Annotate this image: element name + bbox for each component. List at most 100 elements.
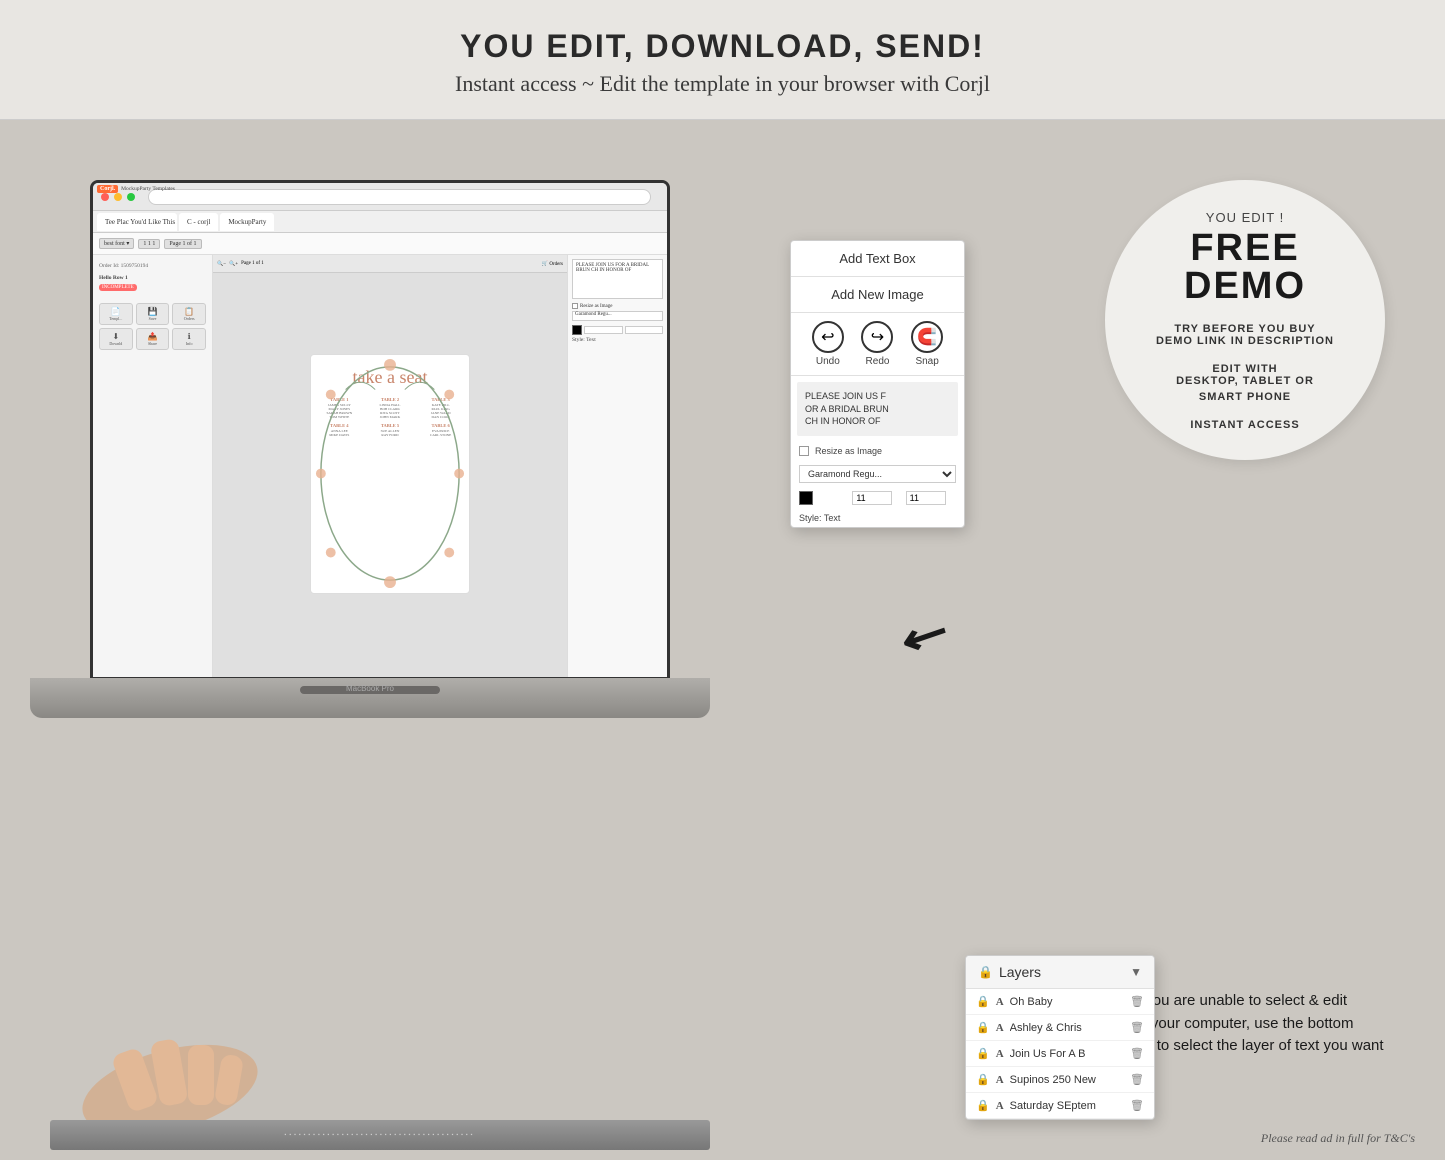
layer-item[interactable]: 🔒 A Ashley & Chris 🗑 (966, 1015, 1154, 1041)
fp-input-section (791, 487, 964, 509)
screen-toolbar: Corjl. MockupParty Templates best font ▾… (93, 233, 667, 255)
layers-chevron-icon[interactable]: ▼ (1130, 965, 1142, 980)
zoom-out-icon[interactable]: 🔍− (217, 261, 226, 267)
corjl-brand: Corjl. MockupParty Templates (93, 183, 179, 195)
toolbar-btn-page[interactable]: Page 1 of 1 (164, 239, 201, 249)
fp-style-section: Style: Text (791, 509, 964, 527)
browser-address-bar[interactable] (148, 189, 651, 205)
fp-text-preview: PLEASE JOIN US FOR A BRIDAL BRUNCH IN HO… (797, 382, 958, 436)
fp-checkbox-row: Resize as Image (791, 442, 964, 460)
order-id: Order Id: 1509750194 (99, 263, 206, 269)
fp-undo-item: ↩ Undo (812, 321, 844, 367)
panel-font-section: Garamond Regu... (572, 311, 663, 321)
laptop-base: MacBook Pro (30, 678, 710, 718)
sidebar-icon-share[interactable]: 📤 Share (136, 328, 170, 350)
screen-body: Order Id: 1509750194 Hello Row 1 INCOMPL… (93, 255, 667, 680)
layer-name: Oh Baby (1010, 996, 1124, 1008)
hello-row: Hello Row 1 (99, 275, 206, 281)
layer-type: A (996, 1074, 1004, 1086)
sidebar-icon-template[interactable]: 📄 Templ... (99, 303, 133, 325)
canvas-page-indicator: Page 1 of 1 (241, 261, 264, 266)
demo-devices: DESKTOP, TABLET OR (1176, 375, 1314, 387)
panel-size-input[interactable] (584, 326, 623, 334)
free-demo-circle: YOU EDIT ! FREE DEMO TRY BEFORE YOU BUY … (1105, 180, 1385, 460)
panel-font-dropdown[interactable]: Garamond Regu... (572, 311, 663, 321)
seating-card-title: take a seat (353, 367, 428, 389)
laptop-screen: Tee Plac You'd Like This Brac... C - cor… (90, 180, 670, 680)
snap-icon[interactable]: 🧲 (911, 321, 943, 353)
add-text-box-button[interactable]: Add Text Box (791, 241, 964, 277)
toolbar-btn-2[interactable]: 1 1 1 (138, 239, 160, 249)
layer-lock-icon: 🔒 (976, 1021, 990, 1034)
fp-font-dropdown[interactable]: Garamond Regu... (799, 465, 956, 483)
screen-canvas[interactable]: 🔍− 🔍+ Page 1 of 1 🛒 Orders (213, 255, 567, 680)
layer-lock-icon: 🔒 (976, 1047, 990, 1060)
laptop-mockup: Tee Plac You'd Like This Brac... C - cor… (30, 180, 710, 880)
panel-checkbox-row: Resize as Image (572, 303, 663, 309)
fp-resize-label: Resize as Image (815, 446, 882, 456)
layer-item[interactable]: 🔒 A Join Us For A B 🗑 (966, 1041, 1154, 1067)
sidebar-icon-download[interactable]: ⬇ Downld (99, 328, 133, 350)
keyboard-row: ▪▪▪▪▪▪▪▪▪▪▪▪▪▪▪▪▪▪▪▪▪▪▪▪▪▪▪▪▪▪▪▪▪▪▪▪▪▪▪▪ (285, 1133, 476, 1138)
screen-sidebar: Order Id: 1509750194 Hello Row 1 INCOMPL… (93, 255, 213, 680)
table-col-2: TABLE 2 LINDA HALL BOB CLARK RITA SCOTT … (366, 397, 415, 437)
keyboard-area: ▪▪▪▪▪▪▪▪▪▪▪▪▪▪▪▪▪▪▪▪▪▪▪▪▪▪▪▪▪▪▪▪▪▪▪▪▪▪▪▪ (50, 1120, 710, 1150)
fp-size-input[interactable] (852, 491, 892, 505)
sidebar-icon-info[interactable]: ℹ Info (172, 328, 206, 350)
screen-right-panel: PLEASE JOIN US FOR A BRIDAL BRUN CH IN H… (567, 255, 667, 680)
layer-item[interactable]: 🔒 A Supinos 250 New 🗑 (966, 1067, 1154, 1093)
layer-name: Ashley & Chris (1010, 1022, 1124, 1034)
layer-trash-icon[interactable]: 🗑 (1130, 995, 1144, 1008)
layer-type: A (996, 1022, 1004, 1034)
main-area: Tee Plac You'd Like This Brac... C - cor… (0, 120, 1445, 1160)
panel-text-section: PLEASE JOIN US FOR A BRIDAL BRUN CH IN H… (572, 259, 663, 299)
fp-dropdown-row: Garamond Regu... (791, 460, 964, 487)
panel-color-swatch[interactable] (572, 325, 582, 335)
fp-color-swatch[interactable] (799, 491, 813, 505)
footer-note: Please read ad in full for T&C's (1261, 1131, 1415, 1146)
layer-type: A (996, 1048, 1004, 1060)
layer-trash-icon[interactable]: 🗑 (1130, 1099, 1144, 1112)
sidebar-icon-save[interactable]: 💾 Save (136, 303, 170, 325)
fp-line-input[interactable] (906, 491, 946, 505)
status-badge: INCOMPLETE (99, 284, 137, 291)
layer-trash-icon[interactable]: 🗑 (1130, 1073, 1144, 1086)
redo-icon[interactable]: ↪ (861, 321, 893, 353)
panel-checkbox[interactable] (572, 303, 578, 309)
layer-name: Join Us For A B (1010, 1048, 1124, 1060)
fp-style-text: Style: Text (799, 513, 840, 523)
panel-input-row (572, 325, 663, 335)
floral-border-svg (311, 355, 469, 592)
redo-label: Redo (866, 356, 890, 367)
layer-item[interactable]: 🔒 A Saturday SEptem 🗑 (966, 1093, 1154, 1119)
sidebar-icon-order[interactable]: 📋 Orders (172, 303, 206, 325)
layer-trash-icon[interactable]: 🗑 (1130, 1021, 1144, 1034)
zoom-in-icon[interactable]: 🔍+ (229, 261, 238, 267)
layer-item[interactable]: 🔒 A Oh Baby 🗑 (966, 989, 1154, 1015)
layers-title-text: Layers (999, 964, 1041, 980)
demo-link-text: DEMO LINK IN DESCRIPTION (1156, 335, 1334, 347)
fp-icons-row: ↩ Undo ↪ Redo 🧲 Snap (791, 313, 964, 376)
subline: Instant access ~ Edit the template in yo… (0, 71, 1445, 97)
browser-bar (93, 183, 667, 211)
add-new-image-button[interactable]: Add New Image (791, 277, 964, 313)
panel-text-preview: PLEASE JOIN US FOR A BRIDAL BRUN CH IN H… (572, 259, 663, 299)
browser-tab-2[interactable]: C - corjl (179, 213, 218, 231)
layers-header: 🔒 Layers ▼ (966, 956, 1154, 989)
floating-corjl-panel: Add Text Box Add New Image ↩ Undo ↪ Redo… (790, 240, 965, 528)
toolbar-btn-1[interactable]: best font ▾ (99, 238, 134, 249)
layers-lock-icon: 🔒 (978, 965, 993, 979)
browser-tab-3[interactable]: MockupParty (220, 213, 274, 231)
layer-trash-icon[interactable]: 🗑 (1130, 1047, 1144, 1060)
undo-icon[interactable]: ↩ (812, 321, 844, 353)
browser-tab-1[interactable]: Tee Plac You'd Like This Brac... (97, 213, 177, 231)
fp-resize-checkbox[interactable] (799, 446, 809, 456)
layer-lock-icon: 🔒 (976, 995, 990, 1008)
panel-line-height-input[interactable] (625, 326, 664, 334)
layer-type: A (996, 996, 1004, 1008)
layer-lock-icon: 🔒 (976, 1073, 990, 1086)
macbook-label: MacBook Pro (346, 684, 394, 693)
layer-name: Saturday SEptem (1010, 1100, 1124, 1112)
cart-icon[interactable]: 🛒 Orders (542, 261, 563, 267)
seating-chart-card[interactable]: take a seat TABLE 1 JAMES SULLY MARY JON… (310, 354, 470, 594)
